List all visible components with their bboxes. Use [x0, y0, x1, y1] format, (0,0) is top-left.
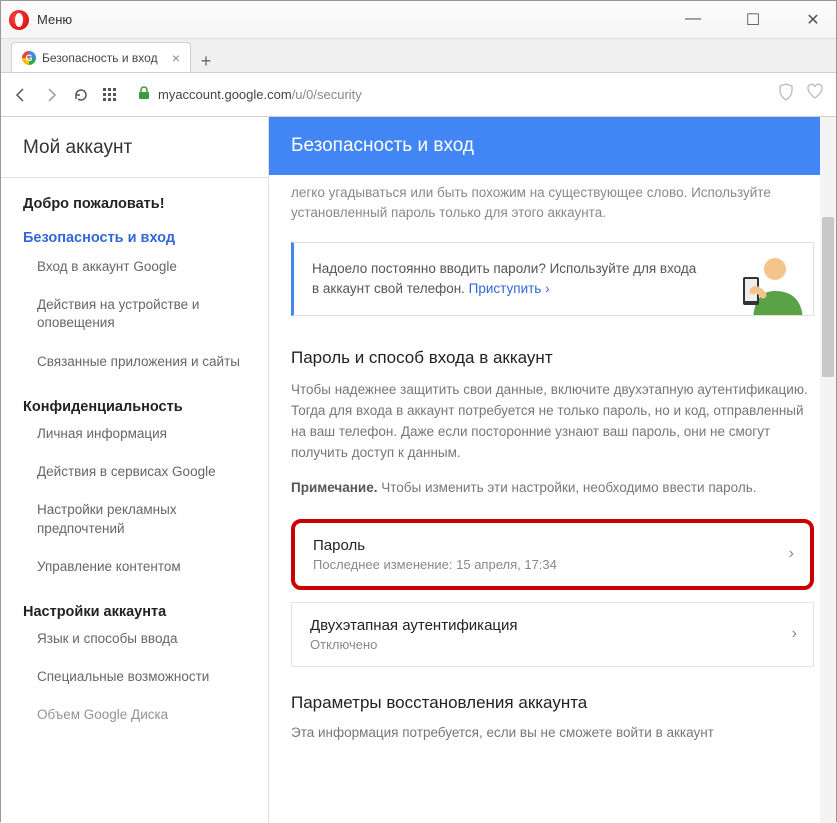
maximize-button[interactable]: ☐ [738, 10, 768, 30]
sidebar-section-privacy[interactable]: Конфиденциальность [1, 381, 268, 415]
promo-link[interactable]: Приступить › [469, 281, 550, 296]
tabbar: G Безопасность и вход × + [1, 39, 836, 73]
chevron-right-icon: › [792, 625, 797, 643]
sidebar-item-personal-info[interactable]: Личная информация [1, 415, 268, 453]
tab-title: Безопасность и вход [42, 51, 158, 65]
back-button[interactable] [13, 87, 29, 103]
sidebar-item-activity[interactable]: Действия в сервисах Google [1, 453, 268, 491]
setting-row-password[interactable]: Пароль Последнее изменение: 15 апреля, 1… [291, 519, 814, 590]
sidebar-welcome[interactable]: Добро пожаловать! [1, 178, 268, 212]
phone-signin-promo: Надоело постоянно вводить пароли? Исполь… [291, 242, 814, 317]
sidebar-section-security[interactable]: Безопасность и вход [23, 230, 268, 246]
shield-icon[interactable] [778, 83, 794, 106]
sidebar-item-signin[interactable]: Вход в аккаунт Google [1, 248, 268, 286]
lock-icon [138, 86, 150, 103]
new-tab-button[interactable]: + [191, 51, 221, 72]
sidebar-section-account[interactable]: Настройки аккаунта [1, 586, 268, 620]
menu-label[interactable]: Меню [37, 12, 72, 27]
sidebar-item-device-activity[interactable]: Действия на устройстве и оповещения [1, 286, 268, 342]
section-recovery-heading: Параметры восстановления аккаунта [269, 679, 836, 723]
promo-illustration [713, 243, 813, 316]
chevron-right-icon: › [789, 545, 794, 563]
sidebar-item-content[interactable]: Управление контентом [1, 548, 268, 586]
sidebar-item-connected-apps[interactable]: Связанные приложения и сайты [1, 343, 268, 381]
main-area: Безопасность и вход легко угадываться ил… [269, 117, 836, 823]
chevron-right-icon: › [545, 281, 550, 296]
section-note: Примечание. Чтобы изменить эти настройки… [269, 478, 836, 519]
row-password-title: Пароль [313, 537, 792, 554]
speed-dial-icon[interactable] [103, 88, 116, 101]
url-text: myaccount.google.com/u/0/security [158, 87, 362, 102]
page-content: Мой аккаунт Добро пожаловать! Безопаснос… [1, 117, 836, 823]
close-button[interactable]: ✕ [798, 10, 828, 30]
scrollbar-thumb[interactable] [822, 217, 834, 377]
sidebar-item-storage[interactable]: Объем Google Диска [1, 696, 268, 734]
minimize-button[interactable]: — [678, 10, 708, 30]
main-header: Безопасность и вход [269, 117, 836, 175]
opera-logo-icon[interactable] [9, 10, 29, 30]
google-favicon-icon: G [22, 51, 36, 65]
section-password-desc: Чтобы надежнее защитить свои данные, вкл… [269, 380, 836, 478]
titlebar: Меню — ☐ ✕ [1, 1, 836, 39]
sidebar-item-language[interactable]: Язык и способы ввода [1, 620, 268, 658]
window-controls: — ☐ ✕ [678, 10, 828, 30]
tab-close-icon[interactable]: × [172, 50, 180, 66]
address-bar[interactable]: myaccount.google.com/u/0/security [130, 82, 764, 107]
tip-text: легко угадываться или быть похожим на су… [269, 175, 836, 242]
forward-button[interactable] [43, 87, 59, 103]
row-2sv-sub: Отключено [310, 637, 795, 652]
sidebar-item-ads[interactable]: Настройки рекламных предпочтений [1, 491, 268, 547]
row-password-sub: Последнее изменение: 15 апреля, 17:34 [313, 557, 792, 572]
reload-button[interactable] [73, 87, 89, 103]
navbar: myaccount.google.com/u/0/security [1, 73, 836, 117]
browser-tab[interactable]: G Безопасность и вход × [11, 42, 191, 72]
section-password-heading: Пароль и способ входа в аккаунт [269, 340, 836, 380]
sidebar-item-accessibility[interactable]: Специальные возможности [1, 658, 268, 696]
sidebar-title: Мой аккаунт [1, 117, 268, 178]
section-recovery-desc: Эта информация потребуется, если вы не с… [269, 723, 836, 758]
row-2sv-title: Двухэтапная аутентификация [310, 617, 795, 634]
setting-row-2sv[interactable]: Двухэтапная аутентификация Отключено › [291, 602, 814, 667]
scrollbar[interactable] [820, 117, 836, 823]
heart-icon[interactable] [806, 83, 824, 106]
sidebar: Мой аккаунт Добро пожаловать! Безопаснос… [1, 117, 269, 823]
navbar-right [778, 83, 824, 106]
